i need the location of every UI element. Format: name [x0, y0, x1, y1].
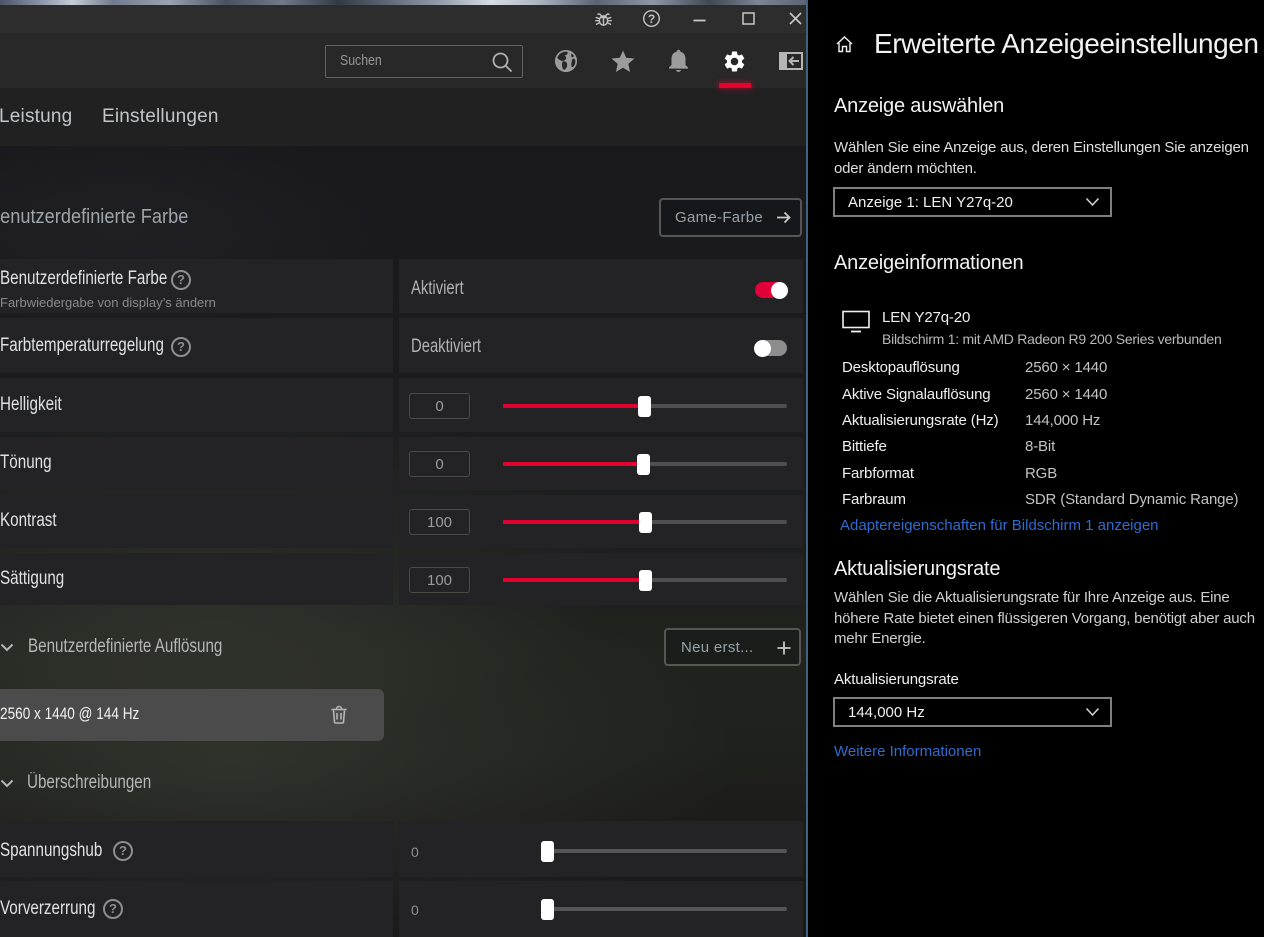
svg-text:?: ? [648, 12, 655, 26]
